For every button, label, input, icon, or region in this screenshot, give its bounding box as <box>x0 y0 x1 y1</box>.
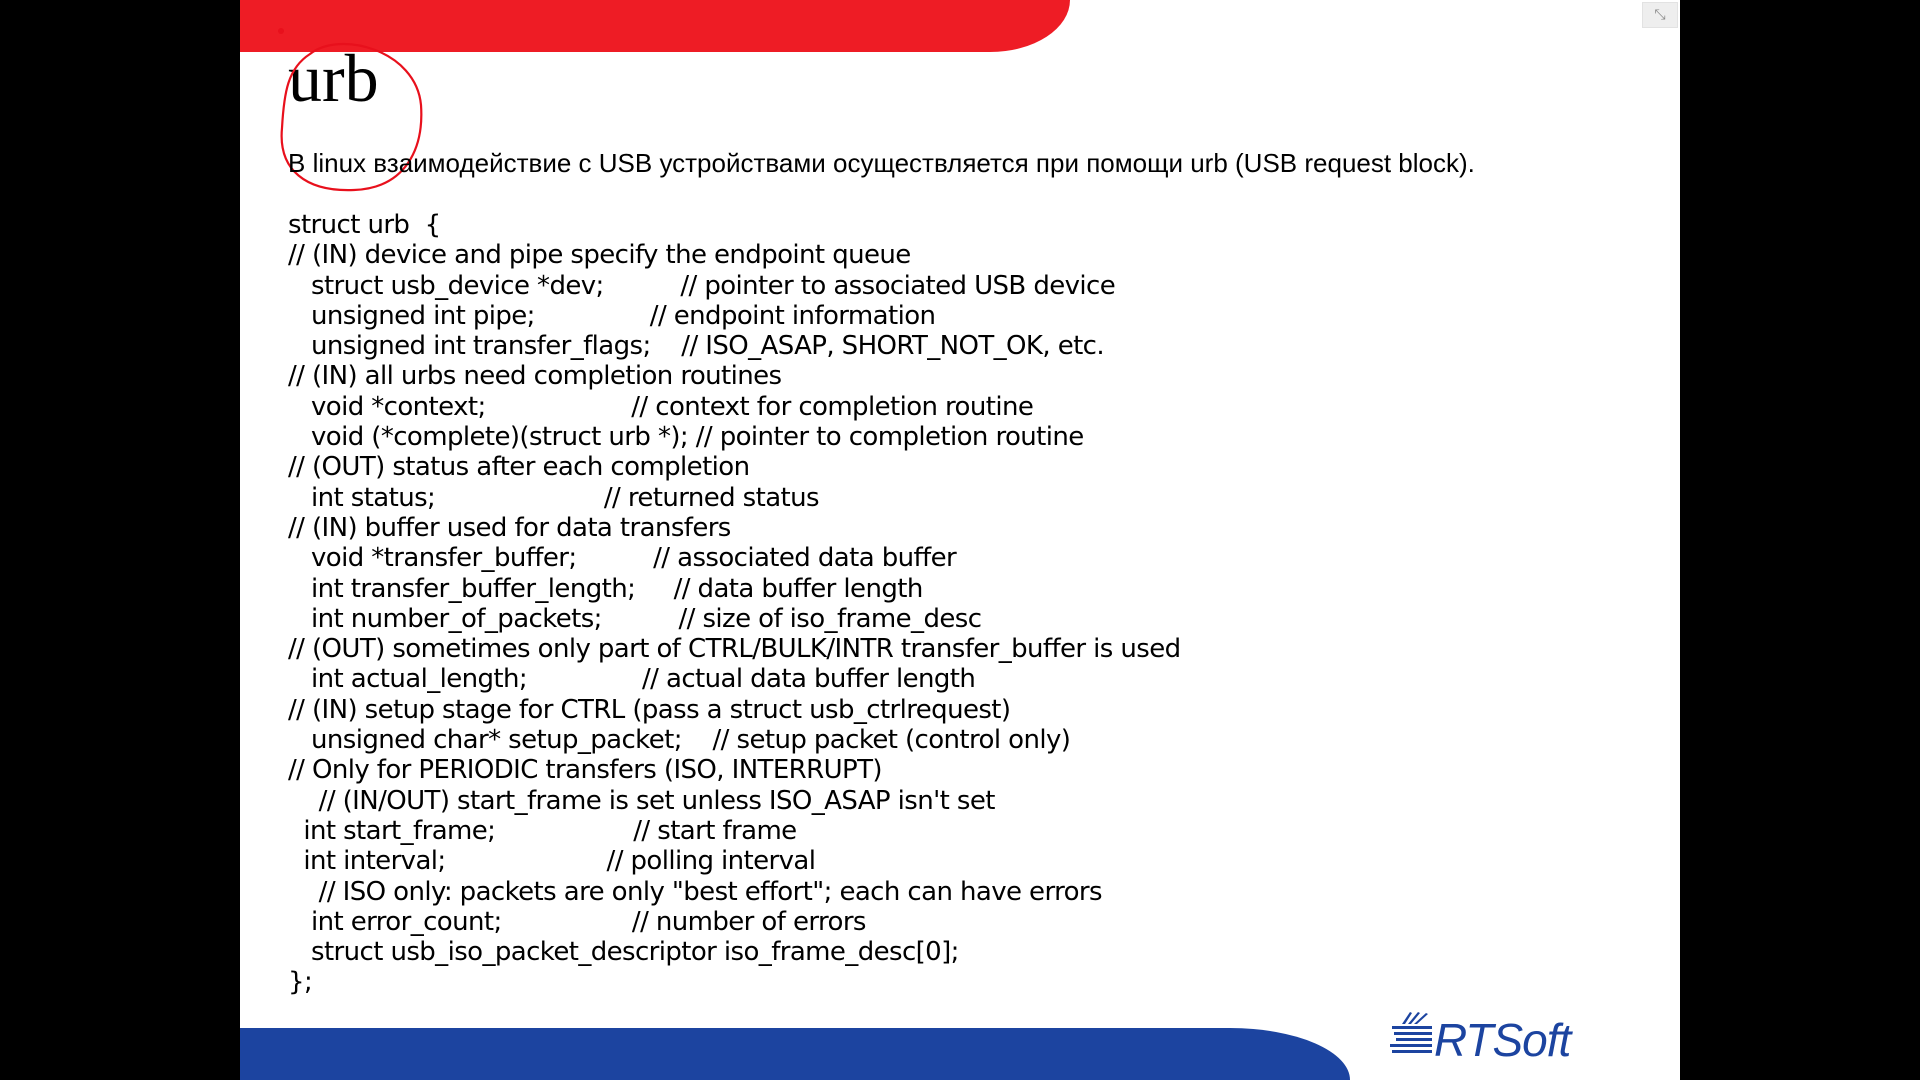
slide: urb В linux взаимодействие с USB устройс… <box>240 0 1680 1080</box>
code-line: unsigned int pipe; // endpoint informati… <box>288 300 936 331</box>
code-line: // (IN) device and pipe specify the endp… <box>288 240 911 271</box>
code-line: int transfer_buffer_length; // data buff… <box>288 573 923 604</box>
code-line: unsigned char* setup_packet; // setup pa… <box>288 725 1071 756</box>
slide-title: urb <box>288 40 379 116</box>
code-line: int start_frame; // start frame <box>288 815 797 846</box>
code-line: // ISO only: packets are only "best effo… <box>288 876 1103 907</box>
code-line: int actual_length; // actual data buffer… <box>288 664 976 695</box>
intro-text: В linux взаимодействие с USB устройствам… <box>288 148 1475 178</box>
restore-icon: ⤡ <box>1654 7 1666 23</box>
code-line: unsigned int transfer_flags; // ISO_ASAP… <box>288 331 1105 362</box>
restore-window-button[interactable]: ⤡ <box>1642 2 1678 28</box>
code-line: struct usb_iso_packet_descriptor iso_fra… <box>288 937 959 968</box>
code-line: void *context; // context for completion… <box>288 391 1034 422</box>
code-line: // (IN) setup stage for CTRL (pass a str… <box>288 694 1011 725</box>
logo-wordmark: RTSoft <box>1434 1014 1574 1066</box>
code-line: // (IN/OUT) start_frame is set unless IS… <box>288 785 996 816</box>
code-line: // (IN) buffer used for data transfers <box>288 512 731 543</box>
code-line: void *transfer_buffer; // associated dat… <box>288 543 957 574</box>
code-line: int status; // returned status <box>288 482 820 513</box>
code-line: void (*complete)(struct urb *); // point… <box>288 422 1084 453</box>
code-line: struct urb { <box>288 210 441 240</box>
code-line: // (OUT) sometimes only part of CTRL/BUL… <box>288 634 1181 665</box>
code-line: int error_count; // number of errors <box>288 906 866 937</box>
code-line: // (OUT) status after each completion <box>288 452 750 483</box>
code-line: // (IN) all urbs need completion routine… <box>288 361 782 392</box>
code-line: struct usb_device *dev; // pointer to as… <box>288 270 1116 301</box>
code-line: int interval; // polling interval <box>288 846 816 877</box>
bottom-blue-banner <box>240 1028 1350 1080</box>
presentation-viewport: urb В linux взаимодействие с USB устройс… <box>0 0 1920 1080</box>
urb-struct-code: struct urb { // (IN) device and pipe spe… <box>288 210 1181 998</box>
code-line: }; <box>288 967 313 998</box>
code-line: // Only for PERIODIC transfers (ISO, INT… <box>288 755 883 786</box>
logo-mark-icon <box>1390 1012 1432 1053</box>
rtsoft-logo: RTSoft <box>1390 1012 1575 1066</box>
code-line: int number_of_packets; // size of iso_fr… <box>288 603 982 634</box>
